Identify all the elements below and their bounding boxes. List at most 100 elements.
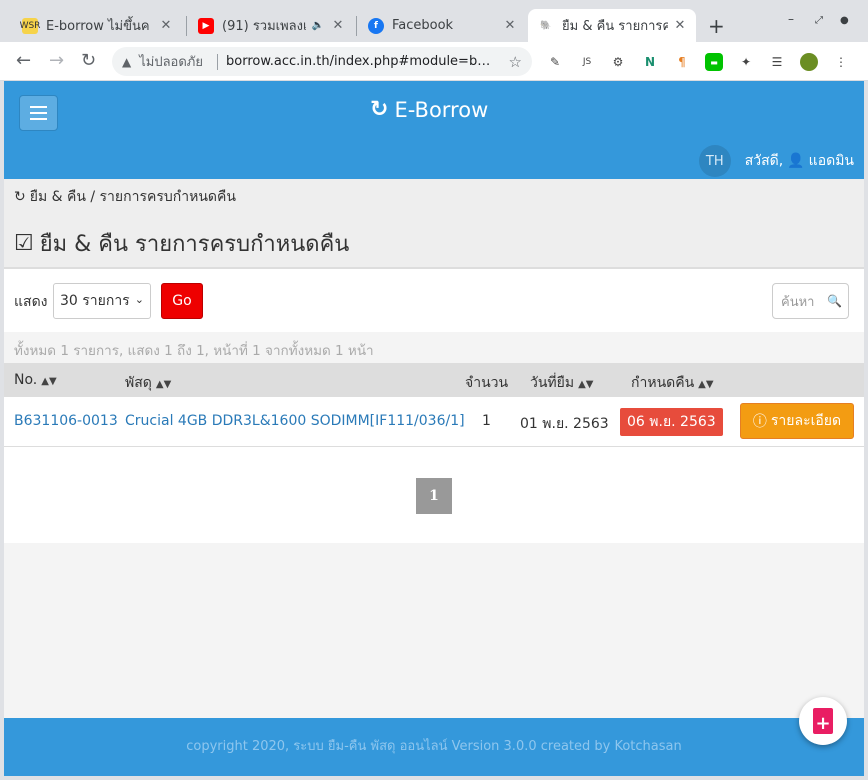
details-label: รายละเอียด (770, 413, 842, 429)
search-placeholder: ค้นหา (781, 294, 815, 310)
minimize-button[interactable]: – (788, 12, 794, 26)
tab-title: Facebook (392, 18, 454, 33)
menu-bar (30, 112, 47, 114)
new-tab-button[interactable]: + (708, 14, 725, 38)
add-document-icon: + (813, 708, 833, 734)
speaker-icon[interactable]: 🔈 (310, 20, 326, 31)
eyedropper-extension-icon[interactable]: ✎ (546, 53, 564, 71)
facebook-icon: f (368, 17, 384, 34)
column-no[interactable]: No. ▲▼ (14, 372, 57, 388)
playlist-icon[interactable]: ☰ (768, 53, 786, 71)
gear-extension-icon[interactable]: ⚙ (609, 53, 627, 71)
omnibox-divider (217, 53, 218, 70)
puzzle-extensions-icon[interactable]: ✦ (737, 53, 755, 71)
filter-bar: แสดง 30 รายการ ⌄ Go ค้นหา 🔍 (4, 269, 864, 332)
warning-triangle-icon: ▲ (122, 54, 132, 69)
column-item[interactable]: พัสดุ ▲▼ (125, 372, 171, 394)
menu-bar (30, 106, 47, 108)
search-input[interactable]: ค้นหา 🔍 (772, 283, 849, 319)
hamburger-menu-button[interactable] (19, 95, 58, 131)
column-label: จำนวน (465, 375, 509, 391)
language-switch[interactable]: TH (698, 145, 731, 177)
sort-icon[interactable]: ▲▼ (698, 379, 713, 390)
browser-tab-youtube[interactable]: ▶ (91) รวมเพลงเ 🔈 ✕ (188, 9, 354, 42)
refresh-logo-icon: ↻ (370, 97, 389, 122)
browser-toolbar: ← → ↻ ▲ ไม่ปลอดภัย borrow.acc.in.th/inde… (0, 42, 868, 81)
security-label: ไม่ปลอดภัย (139, 55, 203, 70)
brand-name: E-Borrow (394, 97, 489, 122)
sort-icon[interactable]: ▲▼ (41, 376, 56, 387)
browser-tab-facebook[interactable]: f Facebook ✕ (358, 9, 526, 42)
footer: copyright 2020, ระบบ ยืม-คืน พัสดุ ออนไล… (4, 718, 864, 776)
tab-title: ยืม & คืน รายการค (562, 19, 668, 34)
sort-icon[interactable]: ▲▼ (578, 379, 593, 390)
column-borrow-date[interactable]: วันที่ยืม ▲▼ (530, 372, 593, 394)
back-arrow-icon[interactable]: ← (16, 50, 31, 71)
address-bar[interactable]: ▲ ไม่ปลอดภัย borrow.acc.in.th/index.php#… (112, 47, 532, 76)
info-icon: ⓘ (752, 414, 767, 430)
js-extension-icon[interactable]: JS (578, 53, 596, 71)
sort-icon[interactable]: ▲▼ (156, 379, 171, 390)
tab-separator (356, 16, 357, 36)
column-label: พัสดุ (125, 375, 152, 391)
reload-icon[interactable]: ↻ (81, 50, 96, 71)
n-extension-icon[interactable]: N (641, 53, 659, 71)
page-title: ☑ ยืม & คืน รายการครบกำหนดคืน (14, 226, 349, 261)
window-frame (0, 776, 868, 780)
kebab-menu-icon[interactable]: ⋮ (832, 53, 850, 71)
browser-tab-active[interactable]: 🐘 ยืม & คืน รายการค ✕ (528, 9, 696, 42)
chevron-down-icon: ⌄ (134, 293, 144, 306)
table-row: B631106-0013 Crucial 4GB DDR3L&1600 SODI… (4, 397, 864, 447)
close-icon[interactable]: ✕ (330, 18, 346, 33)
window-frame (864, 81, 868, 780)
main-content: แสดง 30 รายการ ⌄ Go ค้นหา 🔍 ทั้งหมด 1 รา… (4, 267, 864, 718)
search-icon[interactable]: 🔍 (827, 294, 842, 308)
browser-tabbar: WSR E-borrow ไม่ขึ้นค ✕ ▶ (91) รวมเพลงเ … (0, 0, 868, 42)
pilcrow-extension-icon[interactable]: ¶ (673, 53, 691, 71)
breadcrumb: ↻ ยืม & คืน / รายการครบกำหนดคืน (14, 186, 236, 208)
column-qty: จำนวน (465, 372, 508, 394)
tab-separator (186, 16, 187, 36)
wsr-favicon-icon: WSR (20, 17, 40, 34)
per-page-value: 30 รายการ (60, 293, 130, 309)
refresh-icon: ↻ (14, 189, 26, 205)
due-date-badge: 06 พ.ย. 2563 (620, 408, 723, 436)
row-borrow-date: 01 พ.ย. 2563 (520, 416, 609, 432)
profile-avatar[interactable] (800, 53, 818, 71)
line-extension-icon[interactable]: ▬ (705, 53, 723, 71)
page-button-current[interactable]: 1 (416, 478, 452, 514)
per-page-select[interactable]: 30 รายการ ⌄ (53, 283, 151, 319)
column-label: กำหนดคืน (631, 375, 695, 391)
tab-title: E-borrow ไม่ขึ้นค (46, 19, 150, 34)
brand[interactable]: ↻ E-Borrow (370, 97, 488, 122)
due-items-table: No. ▲▼ พัสดุ ▲▼ จำนวน วันที่ยืม ▲▼ กำหนดคืน… (4, 363, 864, 543)
column-label: วันที่ยืม (530, 375, 575, 391)
close-icon[interactable]: ✕ (672, 18, 688, 33)
new-document-fab[interactable]: + (799, 697, 847, 745)
url-text[interactable]: borrow.acc.in.th/index.php#module=b… (226, 54, 503, 69)
go-button[interactable]: Go (161, 283, 203, 319)
close-icon[interactable]: ✕ (158, 18, 174, 33)
elephant-favicon-icon: 🐘 (538, 17, 554, 34)
user-icon: 👤 (787, 153, 805, 169)
username-link[interactable]: แอดมิน (809, 150, 854, 172)
row-qty: 1 (482, 413, 491, 429)
youtube-icon: ▶ (198, 17, 214, 34)
browser-tab-eborrow[interactable]: WSR E-borrow ไม่ขึ้นค ✕ (12, 9, 182, 42)
close-window-button[interactable]: ● (840, 15, 849, 26)
app-header: ↻ E-Borrow TH สวัสดี, 👤 แอดมิน (4, 81, 864, 179)
maximize-button[interactable]: ⤢ (815, 15, 823, 26)
results-summary: ทั้งหมด 1 รายการ, แสดง 1 ถึง 1, หน้าที่ … (14, 343, 374, 359)
page-title-text: ยืม & คืน รายการครบกำหนดคืน (39, 232, 350, 257)
forward-arrow-icon[interactable]: → (49, 50, 64, 71)
user-bar: TH สวัสดี, 👤 แอดมิน (698, 145, 854, 177)
column-label: No. (14, 372, 38, 388)
column-due-date[interactable]: กำหนดคืน ▲▼ (631, 372, 714, 394)
breadcrumb-text[interactable]: ยืม & คืน / รายการครบกำหนดคืน (30, 186, 236, 208)
greeting: สวัสดี, (744, 153, 784, 169)
close-icon[interactable]: ✕ (502, 18, 518, 33)
bookmark-star-icon[interactable]: ☆ (509, 53, 522, 71)
row-no-link[interactable]: B631106-0013 (14, 413, 118, 429)
details-button[interactable]: ⓘ รายละเอียด (740, 403, 854, 439)
row-item-link[interactable]: Crucial 4GB DDR3L&1600 SODIMM[IF111/036/… (125, 413, 465, 429)
